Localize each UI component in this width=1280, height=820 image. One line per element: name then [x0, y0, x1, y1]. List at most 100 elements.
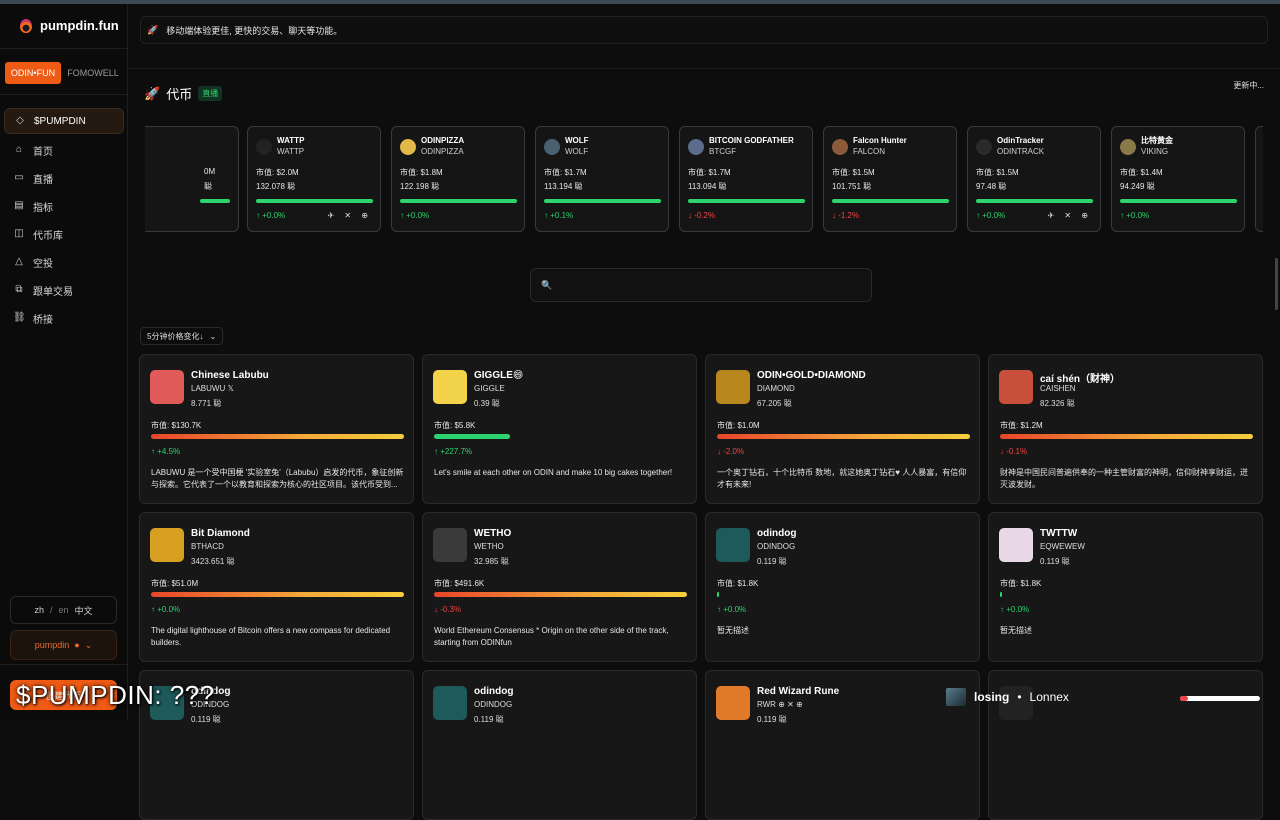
social-icons[interactable]: ✈ ✕ ⊕ — [1047, 211, 1092, 220]
ticker-card[interactable]: WATTP WATTP 市值: $2.0M 132.078 聪 ↑ +0.0% ✈… — [247, 126, 381, 232]
token-avatar — [256, 139, 272, 155]
token-volume: 0.119 聪 — [757, 557, 787, 566]
token-card[interactable]: Red Wizard Rune RWR ⊕ ✕ ⊕ 0.119 聪 — [705, 670, 980, 820]
token-description: 暂无描述 — [1000, 626, 1032, 635]
token-avatar — [150, 528, 184, 562]
ticker-progress-bar — [832, 199, 949, 203]
sidebar: pumpdin.fun ODIN•FUN FOMOWELL ◇ $PUMPDIN … — [0, 4, 128, 720]
ticker-change: ↑ +0.0% — [1120, 211, 1150, 220]
token-change: ↓ -0.3% — [434, 605, 462, 614]
bonding-progress-bar — [717, 434, 970, 439]
ticker-progress-bar — [544, 199, 661, 203]
ticker-market-cap: 市值: $1.4M — [1120, 168, 1163, 177]
sidebar-item-bridge[interactable]: ⛓ 桥接 — [4, 304, 124, 332]
ticker-volume: 101.751 聪 — [832, 182, 872, 191]
ticker-card[interactable] — [1255, 126, 1263, 232]
search-box[interactable]: 🔍 — [530, 268, 872, 302]
ticker-volume: 122.198 聪 — [400, 182, 440, 191]
sidebar-item-home[interactable]: ⌂ 首页 — [4, 136, 124, 164]
token-market-cap: 市值: $1.8K — [717, 579, 759, 588]
token-name: GIGGLE😄 — [474, 370, 524, 381]
token-card[interactable]: odindog ODINDOG 0.119 聪 — [422, 670, 697, 820]
token-card[interactable]: WETHO WETHO 32.985 聪市值: $491.6K ↓ -0.3% Worl… — [422, 512, 697, 662]
ticker-token-symbol: WOLF — [565, 147, 589, 156]
ticker-progress-bar — [200, 199, 230, 203]
token-change: ↑ +0.0% — [151, 605, 181, 614]
token-card[interactable]: GIGGLE😄 GIGGLE 0.39 聪市值: $5.8K ↑ +227.7% Let… — [422, 354, 697, 504]
updating-status: 更新中... — [1233, 81, 1264, 90]
token-market-cap: 市值: $130.7K — [151, 421, 202, 430]
app-name: pumpdin.fun — [40, 18, 119, 33]
now-playing-title: losing — [974, 690, 1010, 704]
ticker-token-name: BITCOIN GODFATHER — [709, 136, 794, 145]
token-avatar — [433, 370, 467, 404]
platform-switch: ODIN•FUN FOMOWELL — [5, 62, 123, 84]
ticker-progress-bar — [976, 199, 1093, 203]
ticker-card[interactable]: WOLF WOLF 市值: $1.7M 113.194 聪 ↑ +0.1% — [535, 126, 669, 232]
user-menu-button[interactable]: pumpdin ● ⌄ — [10, 630, 117, 660]
search-input[interactable] — [557, 275, 857, 295]
token-description: LABUWU 是一个受中国梗 '实验室兔'（Labubu）启发的代币，象征创新与… — [151, 468, 404, 489]
token-symbol: EQWEWEW — [1040, 542, 1085, 551]
notice-banner[interactable]: 🚀 移动端体验更佳, 更快的交易、聊天等功能。 — [140, 16, 1268, 44]
ticker-volume: 132.078 聪 — [256, 182, 296, 191]
token-avatar — [832, 139, 848, 155]
section-title-text: 代币 — [166, 87, 193, 102]
bonding-progress-bar — [151, 434, 404, 439]
token-market-cap: 市值: $1.0M — [717, 421, 760, 430]
app-logo[interactable]: pumpdin.fun — [20, 18, 119, 33]
token-avatar — [433, 686, 467, 720]
sidebar-item-live[interactable]: ▭ 直播 — [4, 164, 124, 192]
token-card[interactable]: Bit Diamond BTHACD 3423.651 聪市值: $51.0M ↑ +… — [139, 512, 414, 662]
ticker-volume: 94.249 聪 — [1120, 182, 1155, 191]
token-market-cap: 市值: $491.6K — [434, 579, 485, 588]
playback-progress[interactable] — [1180, 696, 1260, 701]
token-change: ↑ +227.7% — [434, 447, 473, 456]
sidebar-item-library[interactable]: ◫ 代币库 — [4, 220, 124, 248]
lang-en[interactable]: en — [59, 605, 69, 615]
library-icon: ◫ — [14, 228, 24, 239]
token-volume: 3423.651 聪 — [191, 557, 235, 566]
bonding-progress-bar — [434, 434, 510, 439]
sidebar-item-airdrop[interactable]: △ 空投 — [4, 248, 124, 276]
ticker-card[interactable]: OdinTracker ODINTRACK 市值: $1.5M 97.48 聪 ↑… — [967, 126, 1101, 232]
social-icons[interactable]: ✈ ✕ ⊕ — [327, 211, 372, 220]
ticker-token-symbol: BTCGF — [709, 147, 737, 156]
token-symbol: WETHO — [474, 542, 504, 551]
ticker-card[interactable]: ODINPIZZA ODINPIZZA 市值: $1.8M 122.198 聪 ↑… — [391, 126, 525, 232]
platform-odinfun[interactable]: ODIN•FUN — [5, 62, 61, 84]
token-card[interactable]: TWTTW EQWEWEW 0.119 聪市值: $1.8K ↑ +0.0% 暂无描述 — [988, 512, 1263, 662]
token-card[interactable]: caí shén（财神） CAISHEN 82.326 聪市值: $1.2M ↓ -0… — [988, 354, 1263, 504]
ticker-card[interactable]: BITCOIN GODFATHER BTCGF 市值: $1.7M 113.094… — [679, 126, 813, 232]
flame-icon: ● — [74, 640, 80, 650]
token-name: WETHO — [474, 528, 512, 539]
ticker-card[interactable]: 比特黄金 VIKING 市值: $1.4M 94.249 聪 ↑ +0.0% — [1111, 126, 1245, 232]
ticker-card[interactable]: Falcon Hunter FALCON 市值: $1.5M 101.751 聪 … — [823, 126, 957, 232]
token-market-cap: 市值: $51.0M — [151, 579, 199, 588]
lang-zh[interactable]: zh — [34, 605, 44, 615]
ticker-progress-bar — [688, 199, 805, 203]
sort-label: 5分钟价格变化↓ — [147, 331, 204, 341]
ticker-token-name: 比特黄金 — [1141, 136, 1173, 145]
scrollbar[interactable] — [1275, 258, 1278, 310]
ticker-token-name: WATTP — [277, 136, 305, 145]
token-card[interactable]: ODIN•GOLD•DIAMOND DIAMOND 67.205 聪市值: $1.0… — [705, 354, 980, 504]
ticker-market-cap: 市值: $1.5M — [976, 168, 1019, 177]
section-title: 🚀 代币 直播 — [144, 84, 223, 103]
sidebar-item-metrics[interactable]: ▤ 指标 — [4, 192, 124, 220]
platform-fomowell[interactable]: FOMOWELL — [63, 62, 123, 84]
divider — [0, 94, 128, 95]
ticker-token-symbol: WATTP — [277, 147, 305, 156]
ticker-card[interactable]: 0M 聪 — [145, 126, 239, 232]
token-card[interactable]: Chinese Labubu LABUWU 𝕏 8.771 聪市值: $130.7K… — [139, 354, 414, 504]
token-symbol: BTHACD — [191, 542, 224, 551]
token-card[interactable]: odindog ODINDOG 0.119 聪市值: $1.8K ↑ +0.0% 暂无描… — [705, 512, 980, 662]
sidebar-item-copytrade[interactable]: ⧉ 跟单交易 — [4, 276, 124, 304]
token-symbol: ODINDOG — [474, 700, 513, 709]
thumbnail-image — [946, 688, 966, 706]
language-switcher[interactable]: zh / en 中文 — [10, 596, 117, 624]
token-avatar — [716, 686, 750, 720]
token-name: ODIN•GOLD•DIAMOND — [757, 370, 866, 381]
sidebar-item-pumpdin[interactable]: ◇ $PUMPDIN — [4, 108, 124, 134]
sort-dropdown[interactable]: 5分钟价格变化↓ ⌄ — [140, 327, 224, 345]
